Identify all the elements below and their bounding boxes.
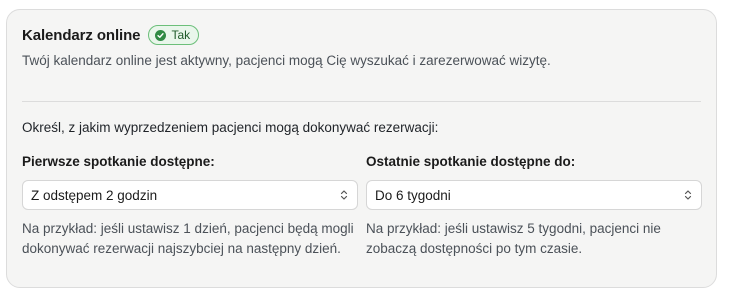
online-calendar-card: Kalendarz online Tak Twój kalendarz onli… — [6, 9, 717, 288]
first-appointment-group: Pierwsze spotkanie dostępne: Z odstępem … — [22, 154, 358, 259]
last-appointment-help: Na przykład: jeśli ustawisz 5 tygodni, p… — [366, 221, 661, 256]
first-appointment-value: Z odstępem 2 godzin — [31, 187, 158, 203]
card-title: Kalendarz online — [22, 26, 141, 44]
first-appointment-select[interactable]: Z odstępem 2 godzin — [22, 180, 358, 210]
status-badge-label: Tak — [171, 28, 191, 42]
first-appointment-help: Na przykład: jeśli ustawisz 1 dzień, pac… — [22, 221, 354, 256]
last-appointment-value: Do 6 tygodni — [375, 187, 451, 203]
booking-intro: Określ, z jakim wyprzedzeniem pacjenci m… — [22, 120, 439, 135]
check-circle-icon — [155, 29, 167, 41]
last-appointment-label: Ostatnie spotkanie dostępne do: — [366, 154, 576, 169]
last-appointment-select[interactable]: Do 6 tygodni — [366, 180, 702, 210]
status-badge: Tak — [148, 25, 200, 45]
divider — [22, 101, 701, 102]
first-appointment-label: Pierwsze spotkanie dostępne: — [22, 154, 215, 169]
calendar-description: Twój kalendarz online jest aktywny, pacj… — [22, 53, 551, 68]
last-appointment-group: Ostatnie spotkanie dostępne do: Do 6 tyg… — [366, 154, 702, 259]
chevron-up-down-icon — [683, 188, 693, 202]
card-header: Kalendarz online Tak — [22, 25, 200, 45]
chevron-up-down-icon — [339, 188, 349, 202]
